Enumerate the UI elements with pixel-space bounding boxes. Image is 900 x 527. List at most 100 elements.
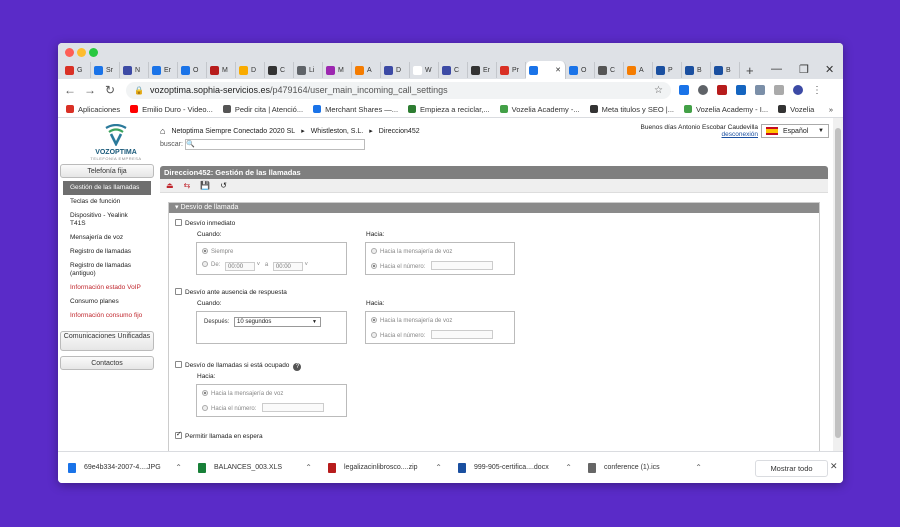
panel-header[interactable]: ▾ Desvío de llamada: [169, 203, 819, 213]
bookmark-item[interactable]: Emilio Duro - Video...: [130, 105, 213, 114]
forward-call-icon[interactable]: ⇆: [184, 181, 191, 190]
menu-icon[interactable]: ⋮: [812, 85, 822, 96]
eject-icon[interactable]: ⏏: [166, 181, 174, 190]
checkbox[interactable]: [175, 361, 182, 368]
new-tab-icon[interactable]: +: [746, 63, 754, 78]
close-icon[interactable]: ✕: [825, 63, 834, 76]
chevron-up-icon[interactable]: ⌃: [435, 463, 442, 472]
sidebar-item[interactable]: Gestión de las llamadas: [63, 181, 151, 195]
bookmark-item[interactable]: Vozelia: [778, 105, 814, 114]
radio[interactable]: [371, 317, 377, 323]
sidebar-item[interactable]: Teclas de función: [60, 195, 154, 209]
browser-tab[interactable]: M: [207, 62, 236, 78]
de-radio[interactable]: De: 00:00 ˅ a 00:00 ˅: [202, 261, 308, 271]
hacia-mensajeria-radio[interactable]: Hacia la mensajería de voz: [371, 248, 452, 255]
despues-select[interactable]: 10 segundos ▼: [234, 317, 321, 327]
hacia-mensajeria-radio[interactable]: Hacia la mensajería de voz: [371, 317, 452, 324]
permitir-espera-checkbox[interactable]: Permitir llamada en espera: [175, 430, 263, 440]
sidebar-item[interactable]: Consumo planes: [60, 295, 154, 309]
browser-tab[interactable]: C: [439, 62, 468, 78]
desvio-ocupado-checkbox[interactable]: Desvío de llamadas si está ocupado?: [175, 361, 302, 371]
bookmark-item[interactable]: Vozelia Academy - I...: [683, 105, 768, 114]
save-icon[interactable]: 💾: [200, 181, 210, 190]
desvio-inmediato-checkbox[interactable]: Desvío inmediato: [175, 219, 235, 227]
hacia-numero-input[interactable]: [431, 330, 494, 339]
sidebar-item[interactable]: Registro de llamadas (antiguo): [60, 259, 154, 281]
star-icon[interactable]: ☆: [654, 85, 663, 96]
sidebar-item[interactable]: Mensajería de voz: [60, 231, 154, 245]
breadcrumb-item[interactable]: Whistleston, S.L.: [311, 128, 364, 135]
download-item[interactable]: 69e4b334-2007-4....JPG ⌃: [58, 462, 188, 473]
download-item[interactable]: 999-905-certifica....docx ⌃: [448, 462, 578, 473]
extension-icon[interactable]: [736, 85, 746, 95]
sidebar-item[interactable]: Registro de llamadas: [60, 245, 154, 259]
minimize-icon[interactable]: —: [771, 63, 782, 75]
download-item[interactable]: conference (1).ics ⌃: [578, 462, 708, 473]
breadcrumb-item[interactable]: Netoptima Siempre Conectado 2020 SL: [171, 128, 295, 135]
browser-tab[interactable]: A: [624, 62, 653, 78]
chevron-up-icon[interactable]: ⌃: [565, 463, 572, 472]
radio[interactable]: [371, 332, 377, 338]
undo-icon[interactable]: ↺: [220, 181, 227, 190]
browser-tab[interactable]: B: [711, 62, 740, 78]
checkbox[interactable]: [175, 288, 182, 295]
language-select[interactable]: Español ▼: [761, 124, 829, 138]
browser-tab[interactable]: D: [236, 62, 265, 78]
radio[interactable]: [371, 263, 377, 269]
sidebar-section-contactos[interactable]: Contactos: [60, 356, 154, 370]
forward-icon[interactable]: →: [82, 83, 98, 97]
download-item[interactable]: BALANCES_003.XLS ⌃: [188, 462, 318, 473]
chevron-up-icon[interactable]: ⌃: [305, 463, 312, 472]
radio[interactable]: [202, 390, 208, 396]
sidebar-item[interactable]: Información consumo fijo: [60, 309, 154, 323]
minimize-window-icon[interactable]: [77, 48, 86, 57]
logout-link[interactable]: desconexión: [613, 131, 759, 138]
checkbox[interactable]: [175, 219, 182, 226]
radio[interactable]: [202, 248, 208, 254]
desvio-ausencia-checkbox[interactable]: Desvío ante ausencia de respuesta: [175, 288, 287, 296]
search-input[interactable]: [184, 139, 365, 150]
bookmark-item[interactable]: Meta titulos y SEO |...: [589, 105, 674, 114]
hacia-numero-input[interactable]: [262, 403, 325, 412]
hacia-numero-radio[interactable]: Hacia el número:: [202, 403, 325, 412]
hacia-mensajeria-radio[interactable]: Hacia la mensajería de voz: [202, 390, 283, 397]
browser-tab[interactable]: Sr: [91, 62, 120, 78]
browser-tab[interactable]: P: [653, 62, 682, 78]
scrollbar-thumb[interactable]: [835, 128, 841, 438]
show-all-button[interactable]: Mostrar todo: [755, 460, 828, 477]
close-tab-icon[interactable]: ✕: [555, 66, 561, 74]
de-time-input[interactable]: 00:00: [225, 262, 256, 271]
radio[interactable]: [202, 261, 208, 267]
checkbox[interactable]: [175, 430, 182, 439]
browser-tab[interactable]: C: [265, 62, 294, 78]
maximize-window-icon[interactable]: [89, 48, 98, 57]
bookmark-item[interactable]: Vozelia Academy -...: [499, 105, 580, 114]
home-icon[interactable]: ⌂: [160, 126, 165, 136]
radio[interactable]: [371, 248, 377, 254]
help-icon[interactable]: ?: [293, 363, 302, 371]
browser-tab[interactable]: D: [381, 62, 410, 78]
bookmark-item[interactable]: Aplicaciones: [66, 105, 120, 114]
siempre-radio[interactable]: Siempre: [202, 248, 233, 255]
sidebar-item[interactable]: Dispositivo - Yealink T41S: [60, 209, 154, 231]
browser-tab[interactable]: ✕: [526, 61, 566, 79]
extension-icon[interactable]: [679, 85, 689, 95]
sidebar-section-telefonia[interactable]: Telefonía fija: [60, 164, 154, 178]
bookmark-item[interactable]: Pedir cita | Atenció...: [222, 105, 303, 114]
radio[interactable]: [202, 405, 208, 411]
phone-icon[interactable]: [774, 85, 784, 95]
browser-tab[interactable]: Li: [294, 62, 323, 78]
vozoptima-logo[interactable]: VOZOPTIMA TELEFONÍA EMPRESA: [86, 123, 146, 161]
browser-tab[interactable]: N: [120, 62, 149, 78]
hacia-numero-radio[interactable]: Hacia el número:: [371, 261, 494, 270]
hacia-numero-radio[interactable]: Hacia el número:: [371, 330, 494, 339]
browser-tab[interactable]: O: [178, 62, 207, 78]
back-icon[interactable]: ←: [62, 83, 78, 97]
profile-avatar[interactable]: [793, 85, 803, 95]
browser-tab[interactable]: W: [410, 62, 439, 78]
browser-tab[interactable]: A: [352, 62, 381, 78]
browser-tab[interactable]: B: [682, 62, 711, 78]
close-window-icon[interactable]: [65, 48, 74, 57]
browser-tab[interactable]: C: [595, 62, 624, 78]
reload-icon[interactable]: ↻: [102, 83, 118, 97]
